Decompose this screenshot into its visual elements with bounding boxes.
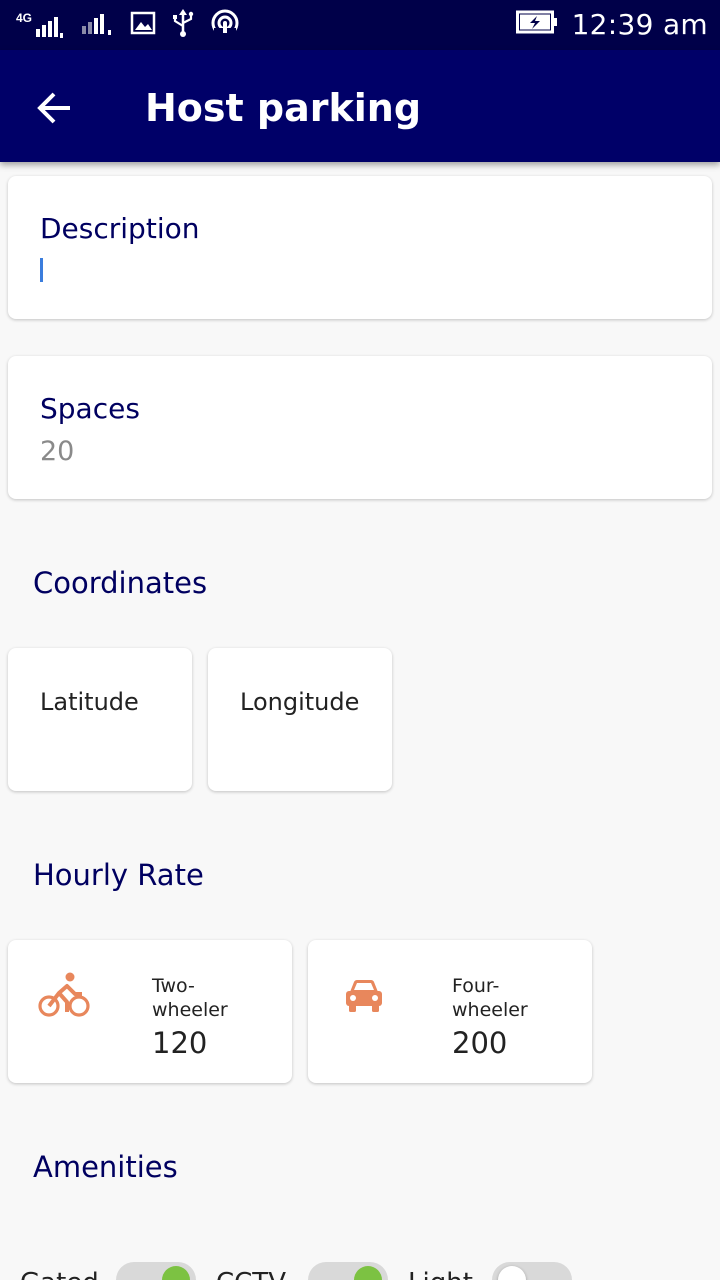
status-bar: 4G 12:39 am xyxy=(0,0,720,50)
status-time: 12:39 am xyxy=(571,8,708,41)
four-wheeler-rate-value: 200 xyxy=(452,1026,508,1060)
signal-sim1-icon: 4G xyxy=(16,11,66,41)
amenity-gated-toggle[interactable] xyxy=(116,1262,196,1280)
spaces-value: 20 xyxy=(40,436,75,467)
two-wheeler-rate-value: 120 xyxy=(152,1026,208,1060)
toggle-knob xyxy=(162,1266,190,1280)
two-wheeler-label: Two- wheeler xyxy=(152,974,262,1022)
latitude-field[interactable]: Latitude xyxy=(8,648,192,791)
two-wheeler-rate-card[interactable]: Two- wheeler 120 xyxy=(8,940,292,1083)
amenity-gated-label: Gated xyxy=(20,1268,99,1280)
hotspot-icon xyxy=(210,8,240,43)
two-wheeler-label-line1: Two- xyxy=(152,975,195,997)
usb-icon xyxy=(170,8,196,43)
description-label: Description xyxy=(40,212,200,245)
amenity-cctv-toggle[interactable] xyxy=(308,1262,388,1280)
four-wheeler-label: Four- wheeler xyxy=(452,974,562,1022)
amenity-cctv-label: CCTV xyxy=(216,1268,286,1280)
spaces-label: Spaces xyxy=(40,392,140,425)
app-bar: Host parking xyxy=(0,50,720,162)
arrow-back-icon[interactable] xyxy=(30,84,78,132)
longitude-label: Longitude xyxy=(240,688,360,716)
coordinates-heading: Coordinates xyxy=(33,566,208,600)
text-cursor xyxy=(40,258,43,282)
status-icons-right: 12:39 am xyxy=(515,8,708,41)
car-icon xyxy=(344,978,396,1024)
toggle-knob xyxy=(354,1266,382,1280)
four-wheeler-rate-card[interactable]: Four- wheeler 200 xyxy=(308,940,592,1083)
amenity-light-label: Light xyxy=(408,1268,473,1280)
latitude-label: Latitude xyxy=(40,688,139,716)
spaces-field[interactable]: Spaces 20 xyxy=(8,356,712,499)
battery-charging-icon xyxy=(515,10,558,39)
bicycle-icon xyxy=(38,972,90,1018)
signal-sim2-icon xyxy=(80,8,116,43)
amenities-heading: Amenities xyxy=(33,1150,178,1184)
hourly-rate-heading: Hourly Rate xyxy=(33,858,204,892)
page-title: Host parking xyxy=(145,86,422,130)
longitude-field[interactable]: Longitude xyxy=(208,648,392,791)
amenity-light-toggle[interactable] xyxy=(492,1262,572,1280)
two-wheeler-label-line2: wheeler xyxy=(152,999,228,1021)
four-wheeler-label-line2: wheeler xyxy=(452,999,528,1021)
description-field[interactable]: Description xyxy=(8,176,712,319)
four-wheeler-label-line1: Four- xyxy=(452,975,500,997)
status-icons-left: 4G xyxy=(16,8,240,43)
image-notification-icon xyxy=(130,10,156,41)
toggle-knob xyxy=(498,1266,526,1280)
